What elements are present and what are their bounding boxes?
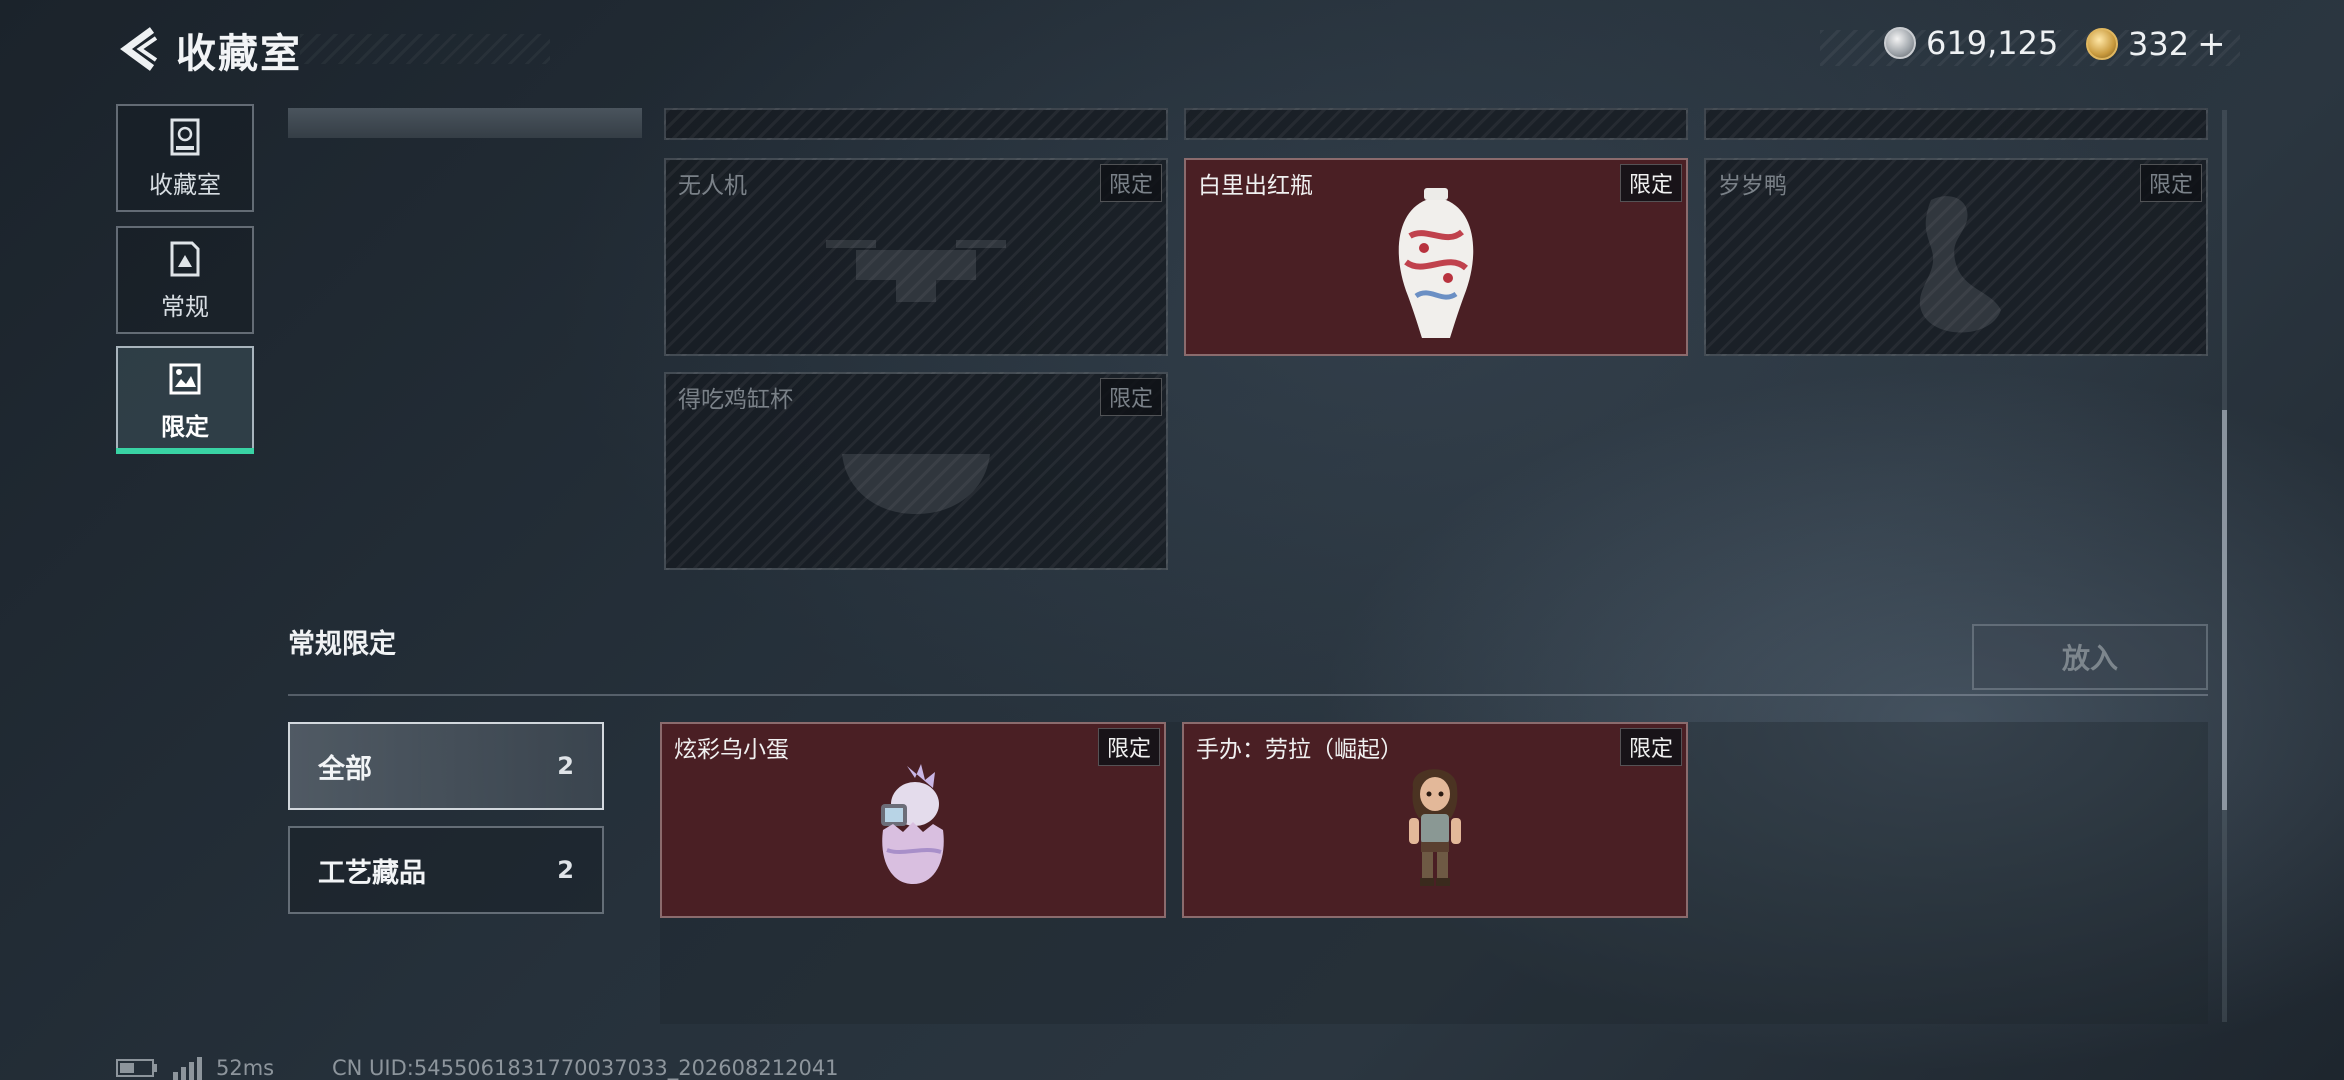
- silver-amount: 619,125: [1926, 24, 2059, 62]
- trophy-cabinet-icon: [170, 118, 200, 155]
- gold-currency: 332 +: [2086, 24, 2226, 64]
- collection-card-drone[interactable]: 无人机 限定: [664, 158, 1168, 356]
- limited-badge: 限定: [1619, 164, 1682, 202]
- card-strip: [1184, 108, 1688, 140]
- limited-badge: 限定: [1619, 728, 1682, 766]
- figurine-icon: [1409, 769, 1461, 886]
- collection-card-vase[interactable]: 白里出红瓶 限定: [1184, 158, 1688, 356]
- nav-item-regular[interactable]: 常规: [116, 226, 254, 334]
- silver-coin-icon: [1884, 27, 1916, 59]
- silver-currency: 619,125: [1884, 24, 2058, 62]
- battery-icon: [116, 1059, 157, 1077]
- card-name: 岁岁鸭: [1718, 173, 1787, 199]
- header: 收藏室 619,125 332 +: [0, 0, 2344, 100]
- collection-card-figurine[interactable]: 手办：劳拉（崛起） 限定: [1182, 722, 1688, 918]
- page-title: 收藏室: [176, 31, 302, 77]
- card-name: 手办：劳拉（崛起）: [1196, 737, 1403, 763]
- card-name: 无人机: [678, 173, 747, 199]
- title-wrap: 收藏室: [176, 28, 302, 77]
- side-panel-strip: [288, 108, 642, 138]
- collection-card-egg[interactable]: 炫彩乌小蛋 限定: [660, 722, 1166, 918]
- nav-item-collection-room[interactable]: 收藏室: [116, 104, 254, 212]
- nav-label: 常规: [161, 292, 209, 321]
- title-decoration: [300, 34, 550, 64]
- document-triangle-icon: [170, 241, 200, 276]
- nav-label: 收藏室: [149, 170, 221, 199]
- section-title: 常规限定: [288, 629, 396, 660]
- filter-count: 2: [557, 752, 574, 780]
- status-footer: 52ms: [116, 1056, 274, 1080]
- bowl-icon: [842, 454, 990, 514]
- back-button[interactable]: [116, 24, 166, 74]
- card-name: 炫彩乌小蛋: [674, 737, 789, 763]
- collection-card-bowl[interactable]: 得吃鸡缸杯 限定: [664, 372, 1168, 570]
- put-in-button[interactable]: 放入: [1972, 624, 2208, 690]
- nav-active-indicator: [116, 448, 254, 454]
- limited-badge: 限定: [1099, 164, 1162, 202]
- duck-icon: [1919, 196, 2001, 333]
- card-name: 白里出红瓶: [1198, 173, 1313, 199]
- signal-icon: [173, 1057, 202, 1080]
- picture-frame-icon: [169, 363, 201, 394]
- filter-crafts[interactable]: 工艺藏品 2: [288, 826, 604, 914]
- limited-badge: 限定: [2139, 164, 2202, 202]
- limited-badge: 限定: [1099, 378, 1162, 416]
- porcelain-vase-icon: [1398, 188, 1474, 338]
- collection-card-duck[interactable]: 岁岁鸭 限定: [1704, 158, 2208, 356]
- card-name: 得吃鸡缸杯: [678, 387, 793, 413]
- add-currency-button[interactable]: +: [2197, 24, 2226, 64]
- back-arrow-icon: [120, 27, 158, 71]
- egg-creature-icon: [881, 764, 944, 884]
- nav-item-limited[interactable]: 限定: [116, 346, 254, 454]
- drone-icon: [826, 240, 1006, 302]
- section-divider: [288, 694, 2208, 696]
- ping-value: 52ms: [216, 1056, 275, 1080]
- card-strip: [1704, 108, 2208, 140]
- gold-amount: 332: [2128, 25, 2190, 63]
- nav-label: 限定: [161, 412, 209, 441]
- card-strip: [664, 108, 1168, 140]
- user-id: CN UID:5455061831770037033_202608212041: [332, 1056, 839, 1080]
- scrollbar-thumb[interactable]: [2222, 410, 2227, 810]
- filter-label: 工艺藏品: [318, 857, 426, 889]
- limited-badge: 限定: [1097, 728, 1160, 766]
- filter-all[interactable]: 全部 2: [288, 722, 604, 810]
- filter-label: 全部: [318, 753, 372, 785]
- gold-coin-icon: [2086, 28, 2118, 60]
- filter-count: 2: [557, 856, 574, 884]
